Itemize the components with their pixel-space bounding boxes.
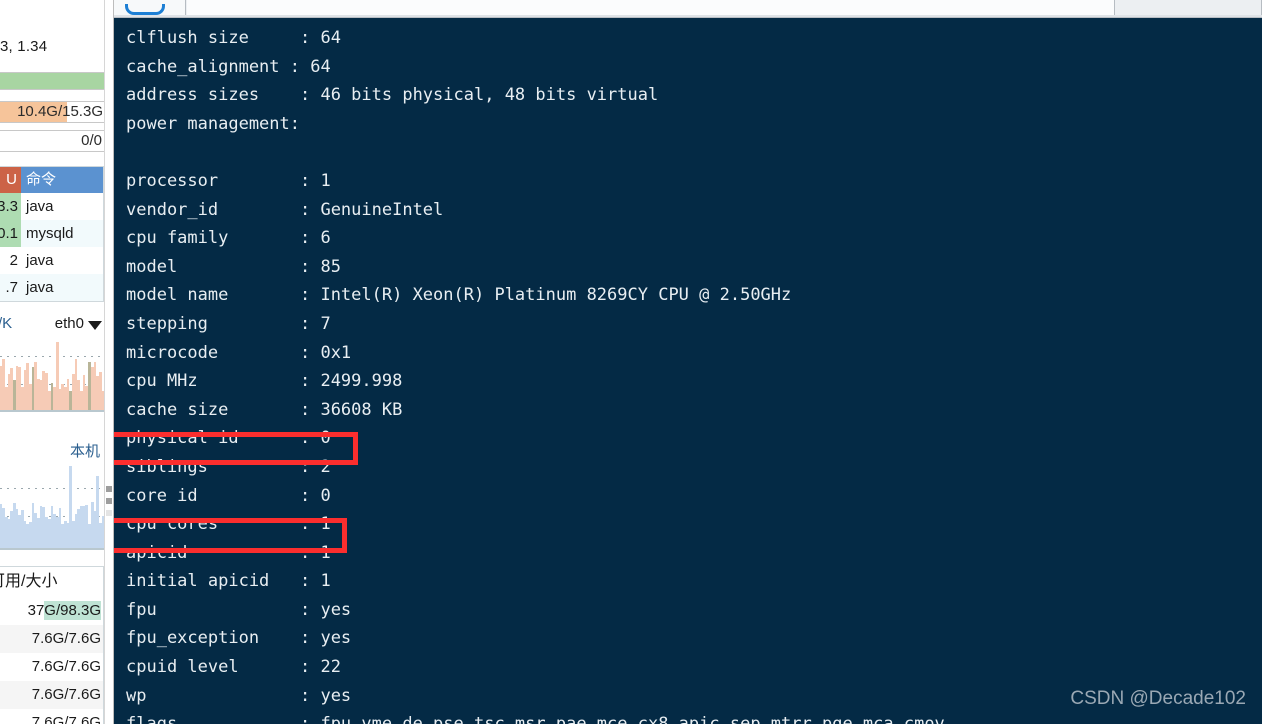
process-row[interactable]: 0.1 mysqld <box>0 220 103 247</box>
terminal-line: physical id : 0 <box>126 428 331 449</box>
terminal-line: flags : fpu vme de pse tsc msr pae mce c… <box>126 710 1262 724</box>
terminal-line: apicid : 1 <box>126 542 331 563</box>
disk-value-prefix: 37 <box>27 602 45 619</box>
terminal-line: address sizes : 46 bits physical, 48 bit… <box>126 85 659 106</box>
network-chart-bars <box>0 342 104 410</box>
monitor-sidebar: 3, 1.34 10.4G/15.3G 0/0 U 命令 3.3 java 0.1 m… <box>0 0 104 724</box>
tab-active[interactable] <box>110 0 186 16</box>
disk-value-highlight: G/98.3G <box>44 601 101 620</box>
process-command-name: java <box>26 279 54 296</box>
scrollbar-grip-dot[interactable] <box>106 486 112 492</box>
scrollbar-grip-dot[interactable] <box>106 498 112 504</box>
cpu-usage-fill <box>0 73 104 89</box>
cpu-usage-bar <box>0 72 104 90</box>
terminal-line: initial apicid : 1 <box>126 571 331 592</box>
disk-row[interactable]: 7.6G/7.6G <box>0 625 103 653</box>
terminal-output-pane[interactable]: clflush size : 64 cache_alignment : 64 add… <box>114 18 1262 724</box>
disk-table-header: 可用/大小 <box>0 573 58 590</box>
process-row[interactable]: .7 java <box>0 274 103 301</box>
disk-table-body: 37G/98.3G 7.6G/7.6G 7.6G/7.6G 7.6G/7.6G 7.6G… <box>0 597 103 724</box>
load-average-text: 3, 1.34 <box>0 38 48 55</box>
terminal-line: microcode : 0x1 <box>126 342 352 363</box>
terminal-line: model name : Intel(R) Xeon(R) Platinum 8… <box>126 285 792 306</box>
terminal-line: clflush size : 64 <box>126 28 341 48</box>
terminal-line: siblings : 2 <box>126 456 331 477</box>
terminal-line: cpu family : 6 <box>126 228 331 249</box>
terminal-line: cache size : 36608 KB <box>126 399 403 420</box>
disk-value: 7.6G/7.6G <box>31 630 101 647</box>
disk-value: 7.6G/7.6G <box>31 658 101 675</box>
process-command-name: mysqld <box>26 225 74 242</box>
disk-value: 7.6G/7.6G <box>31 714 101 724</box>
terminal-line: fpu_exception : yes <box>126 628 352 649</box>
watermark-text: CSDN @Decade102 <box>1070 688 1246 709</box>
terminal-line: fpu : yes <box>126 599 352 620</box>
disk-chart-bars <box>0 466 104 548</box>
process-command-name: java <box>26 198 54 215</box>
process-row[interactable]: 3.3 java <box>0 193 103 220</box>
terminal-line: cache_alignment : 64 <box>126 56 331 77</box>
process-cpu-value: .7 <box>5 279 18 296</box>
tab-bar-right-area[interactable] <box>1114 0 1262 16</box>
terminal-line: stepping : 7 <box>126 313 331 334</box>
terminal-text: clflush size : 64 cache_alignment : 64 add… <box>126 24 1262 724</box>
process-cpu-value: 2 <box>9 252 18 269</box>
disk-value: 7.6G/7.6G <box>31 686 101 703</box>
disk-io-chart <box>0 466 104 550</box>
terminal-line: core id : 0 <box>126 485 331 506</box>
network-interface-label[interactable]: eth0 <box>55 315 84 332</box>
tab-bar-empty-area[interactable] <box>187 0 1114 16</box>
process-row[interactable]: 2 java <box>0 247 103 274</box>
process-cpu-value: 3.3 <box>0 193 21 220</box>
terminal-line: cpu cores : 1 <box>126 514 331 535</box>
process-header-command[interactable]: 命令 <box>21 167 103 193</box>
disk-row[interactable]: 37G/98.3G <box>0 597 103 625</box>
disk-row[interactable]: 7.6G/7.6G <box>0 653 103 681</box>
terminal-line: power management: <box>126 113 300 134</box>
network-traffic-chart <box>0 342 104 412</box>
scrollbar-grip-dot[interactable] <box>106 510 112 516</box>
terminal-line: model : 85 <box>126 256 341 277</box>
process-cpu-value: 0.1 <box>0 220 21 247</box>
disk-usage-table: 可用/大小 37G/98.3G 7.6G/7.6G 7.6G/7.6G 7.6G/7.… <box>0 566 104 724</box>
swap-usage-label: 0/0 <box>81 132 102 149</box>
process-table-header: U 命令 <box>0 167 103 193</box>
sidebar-scrollbar[interactable] <box>104 0 114 724</box>
process-header-cpu[interactable]: U <box>0 167 21 193</box>
memory-usage-bar: 10.4G/15.3G <box>0 101 104 123</box>
process-command-name: java <box>26 252 54 269</box>
local-host-label: 本机 <box>69 443 100 460</box>
terminal-line: cpu MHz : 2499.998 <box>126 371 403 392</box>
process-table-body: 3.3 java 0.1 mysqld 2 java .7 java <box>0 193 103 301</box>
folder-icon <box>125 4 165 15</box>
disk-row[interactable]: 7.6G/7.6G <box>0 681 103 709</box>
memory-usage-label: 10.4G/15.3G <box>17 103 103 120</box>
terminal-line: vendor_id : GenuineIntel <box>126 199 444 220</box>
network-unit-label: /K <box>0 315 13 332</box>
network-panel-header: /K eth0 <box>0 315 104 337</box>
application-window: 3, 1.34 10.4G/15.3G 0/0 U 命令 3.3 java 0.1 m… <box>0 0 1262 724</box>
process-table: U 命令 3.3 java 0.1 mysqld 2 java .7 java <box>0 166 104 302</box>
chevron-down-icon[interactable] <box>88 321 102 330</box>
terminal-line: processor : 1 <box>126 170 331 191</box>
swap-usage-bar: 0/0 <box>0 130 104 152</box>
terminal-line: cpuid level : 22 <box>126 657 341 678</box>
disk-row[interactable]: 7.6G/7.6G <box>0 709 103 724</box>
